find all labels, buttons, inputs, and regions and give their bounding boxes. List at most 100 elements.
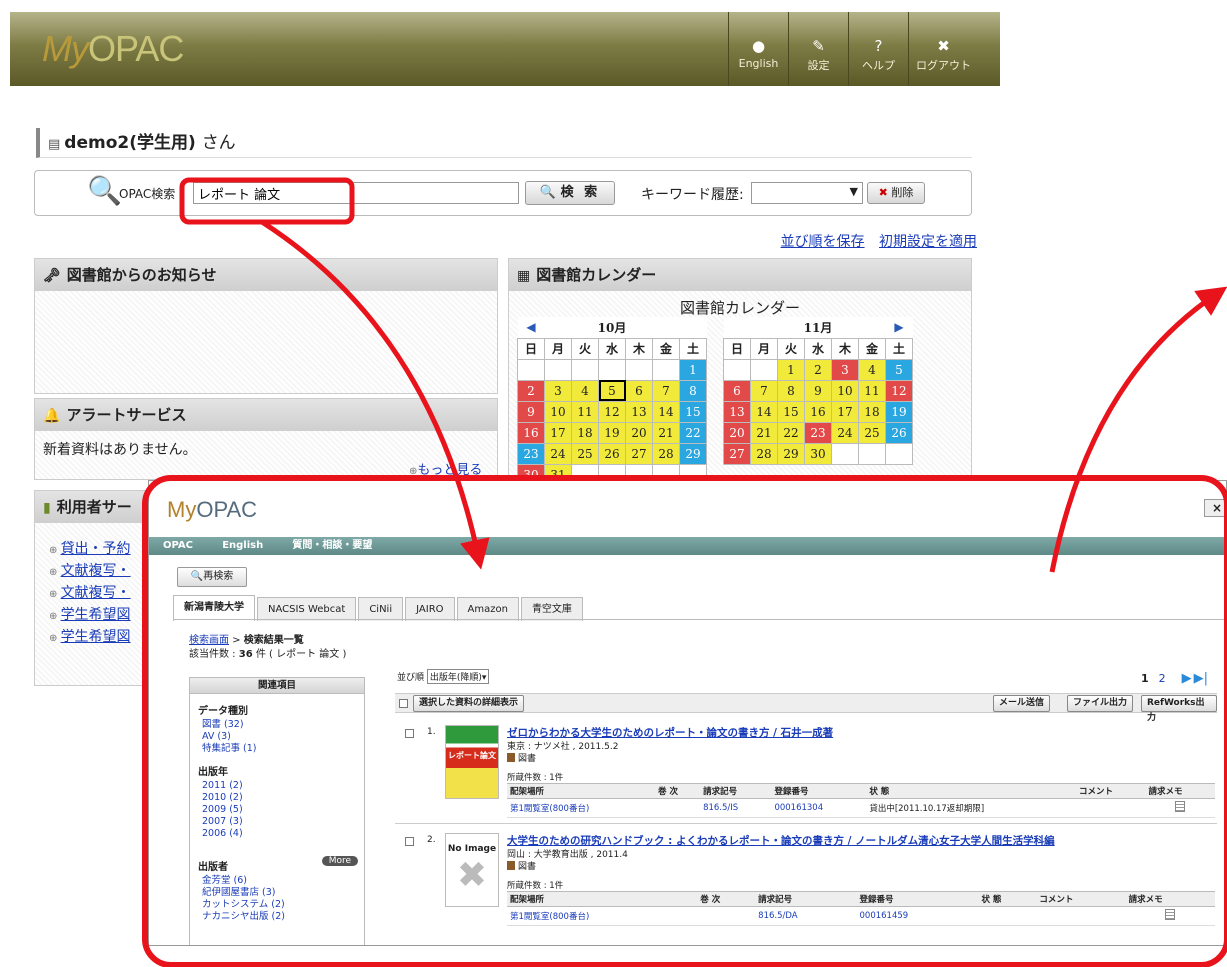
user-service-item[interactable]: ⊕ 文献複写・ — [49, 561, 131, 583]
facet-more-button[interactable]: More — [321, 856, 358, 866]
facet-item[interactable]: 金芳堂 (6) — [202, 875, 364, 887]
next-month-icon[interactable]: ▶ — [885, 317, 913, 338]
facet-item[interactable]: 紀伊國屋書店 (3) — [202, 887, 364, 899]
calendar-day: 15 — [679, 400, 707, 423]
calendar-day: 24 — [831, 421, 859, 444]
action-toolbar: 選択した資料の詳細表示 メール送信 ファイル出力 RefWorks出力 — [395, 693, 1217, 723]
location-link[interactable]: 第1閲覧室(800番台) — [507, 798, 655, 818]
col-status: 状 態 — [866, 783, 1077, 799]
calendar-panel: ▦ 図書館カレンダー 図書館カレンダー ◀ 10月日月火水木金土 1 2 3 4 5 6 7 8 9 1… — [508, 258, 972, 488]
delete-history-button[interactable]: ✖ 削除 — [867, 182, 925, 204]
logout-button[interactable]: ✖ ログアウト — [908, 12, 978, 86]
file-export-button[interactable]: ファイル出力 — [1067, 695, 1134, 712]
window-close-button[interactable]: × — [1204, 499, 1226, 517]
facet-item[interactable]: カットシステム (2) — [202, 899, 364, 911]
myopac-logo[interactable]: MyOPAC — [42, 28, 184, 70]
weekday-header: 金 — [858, 337, 886, 360]
facet-group-title: データ種別 — [198, 706, 248, 717]
record-title-link[interactable]: 大学生のための研究ハンドブック : よくわかるレポート・論文の書き方 / ノート… — [507, 833, 1055, 848]
record-checkbox[interactable] — [405, 729, 414, 738]
calendar-november: 11月 ▶ 日月火水木金土 1 2 3 4 5 6 7 8 9 10 11 12 13 14 15 16 17 18 19… — [723, 317, 913, 465]
english-button[interactable]: ● English — [728, 12, 788, 86]
callno-link[interactable]: 816.5/DA — [755, 906, 857, 926]
prev-month-icon[interactable]: ◀ — [517, 317, 545, 338]
memo-icon[interactable] — [1165, 909, 1176, 920]
holdings-table: 配架場所巻 次請求記号 登録番号状 態コメント 請求メモ 第1閲覧室(800番台) 8… — [507, 891, 1215, 926]
sort-select[interactable]: 出版年(降順)▾ — [426, 669, 490, 684]
search-input[interactable] — [193, 182, 519, 204]
facet-item[interactable]: 2009 (5) — [202, 804, 364, 816]
calendar-day: 4 — [858, 358, 886, 381]
page-2-link[interactable]: 2 — [1159, 672, 1166, 685]
chevron-down-icon: ▾ — [481, 673, 487, 683]
nav-inquiry[interactable]: 質問・相談・要望 — [292, 540, 372, 551]
tab-cinii[interactable]: CiNii — [358, 597, 404, 621]
month-name: 11月 — [750, 317, 886, 338]
result-record: 2. No Image ✖ 大学生のための研究ハンドブック : よくわかるレポー… — [395, 833, 1217, 929]
weekday-header: 金 — [652, 337, 680, 360]
facet-item[interactable]: 特集記事 (1) — [202, 743, 364, 755]
calendar-day: 5 — [885, 358, 913, 381]
settings-button[interactable]: ✎ 設定 — [788, 12, 848, 86]
save-order-link[interactable]: 並び順を保存 — [781, 234, 865, 250]
regno-link[interactable]: 000161459 — [856, 906, 979, 926]
facet-item[interactable]: 図書 (32) — [202, 719, 364, 731]
tab-seiryo[interactable]: 新潟青陵大学 — [173, 595, 255, 621]
results-logo[interactable]: MyOPAC — [167, 497, 257, 523]
callno-link[interactable]: 816.5/IS — [700, 798, 772, 818]
show-details-button[interactable]: 選択した資料の詳細表示 — [413, 695, 525, 712]
tab-jairo[interactable]: JAIRO — [405, 597, 455, 621]
weekday-header: 水 — [804, 337, 832, 360]
record-divider — [395, 823, 1217, 824]
record-number: 1. — [427, 727, 436, 737]
book-cover-image[interactable]: レポート論文 — [445, 725, 499, 799]
email-button[interactable]: メール送信 — [993, 695, 1051, 712]
opac-search-box: 🔍 OPAC検索 🔍 検 索 キーワード履歴: ▼ ✖ 削除 — [34, 170, 972, 216]
user-service-item[interactable]: ⊕ 貸出・予約 — [49, 539, 131, 561]
facet-item[interactable]: 2011 (2) — [202, 780, 364, 792]
calendar-day: 13 — [723, 400, 751, 423]
tab-amazon[interactable]: Amazon — [456, 597, 519, 621]
record-checkbox[interactable] — [405, 837, 414, 846]
regno-link[interactable]: 000161304 — [771, 798, 867, 818]
user-service-item[interactable]: ⊕ 文献複写・ — [49, 583, 131, 605]
nav-english[interactable]: English — [222, 540, 263, 551]
news-icon: 🗝 — [43, 268, 61, 284]
facet-item[interactable]: ナカニシヤ出版 (2) — [202, 911, 364, 923]
research-button[interactable]: 🔍再検索 — [177, 567, 247, 587]
weekday-header: 火 — [571, 337, 599, 360]
facet-item[interactable]: 2007 (3) — [202, 816, 364, 828]
current-page: 1 — [1140, 672, 1149, 685]
facet-item[interactable]: 2006 (4) — [202, 828, 364, 840]
memo-icon[interactable] — [1175, 801, 1186, 812]
calendar-day: 7 — [750, 379, 778, 402]
alert-more-link[interactable]: ⊕もっと見る — [409, 459, 482, 478]
apply-default-link[interactable]: 初期設定を適用 — [879, 234, 977, 250]
user-service-panel: ▮ 利用者サー ⊕ 貸出・予約 ⊕ 文献複写・ ⊕ 文献複写・ ⊕ 学生希望図 ⊕… — [34, 490, 154, 686]
user-service-item[interactable]: ⊕ 学生希望図 — [49, 605, 131, 627]
calendar-day: 3 — [831, 358, 859, 381]
calendar-day: 1 — [679, 358, 707, 381]
calendar-panel-header: ▦ 図書館カレンダー — [509, 259, 971, 291]
tab-aozora[interactable]: 青空文庫 — [520, 597, 583, 621]
calendar-day: 21 — [652, 421, 680, 444]
next-page-icon[interactable]: ▶ — [1182, 671, 1192, 686]
record-title-link[interactable]: ゼロからわかる大学生のためのレポート・論文の書き方 / 石井一成著 — [507, 725, 833, 740]
calendar-day: 16 — [804, 400, 832, 423]
nav-opac[interactable]: OPAC — [163, 540, 193, 551]
location-link[interactable]: 第1閲覧室(800番台) — [507, 906, 698, 926]
facet-item[interactable]: AV (3) — [202, 731, 364, 743]
select-all-checkbox[interactable] — [399, 699, 408, 708]
search-button[interactable]: 🔍 検 索 — [525, 181, 615, 205]
alert-panel-header: 🔔 アラートサービス — [35, 399, 497, 431]
keyword-history-select[interactable]: ▼ — [751, 182, 863, 204]
help-button[interactable]: ? ヘルプ — [848, 12, 908, 86]
last-page-icon[interactable]: ▶| — [1194, 671, 1208, 686]
refworks-export-button[interactable]: RefWorks出力 — [1141, 695, 1217, 723]
user-service-item[interactable]: ⊕ 学生希望図 — [49, 627, 131, 649]
weekday-header: 火 — [777, 337, 805, 360]
weekday-header: 水 — [598, 337, 626, 360]
facet-item[interactable]: 2010 (2) — [202, 792, 364, 804]
col-comment: コメント — [1036, 891, 1126, 907]
tab-nacsis[interactable]: NACSIS Webcat — [257, 597, 357, 621]
